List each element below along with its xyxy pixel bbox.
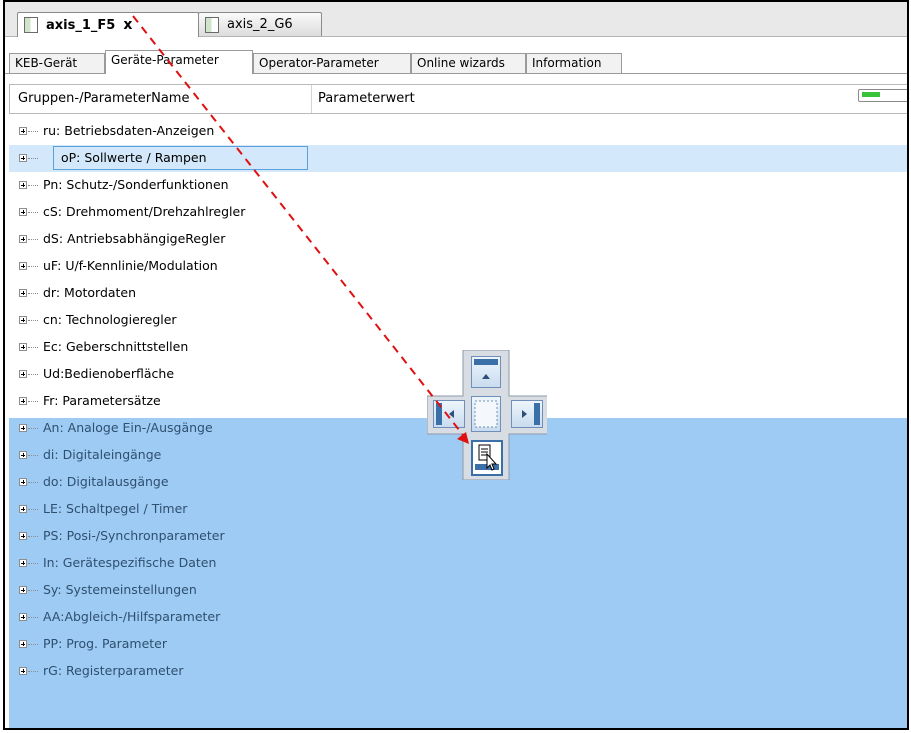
drag-arrow-annotation — [132, 15, 469, 444]
editor-window: axis_1_F5 x axis_2_G6 KEB-Gerät Geräte-P… — [3, 0, 909, 730]
